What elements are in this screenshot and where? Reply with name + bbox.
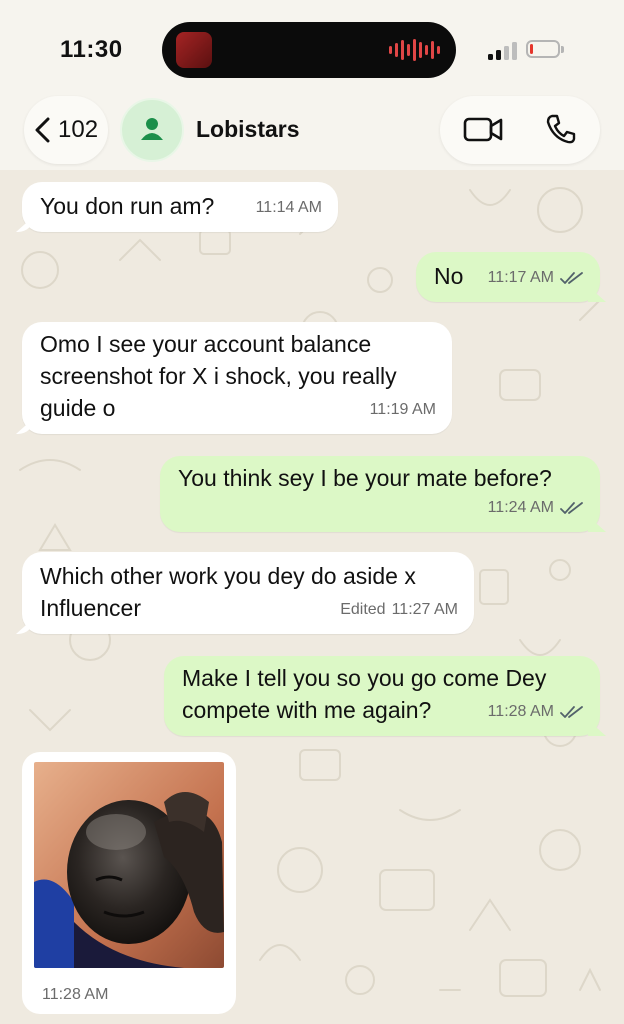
battery-level-fill bbox=[530, 44, 533, 54]
message-time: 11:24 AM bbox=[487, 499, 554, 516]
message-bubble-image[interactable]: 11:28 AM bbox=[22, 752, 236, 1014]
voice-call-button[interactable] bbox=[544, 112, 578, 151]
person-icon bbox=[141, 118, 163, 140]
unread-count: 102 bbox=[58, 116, 99, 143]
shared-photo[interactable] bbox=[34, 762, 224, 968]
message-meta: 11:24 AM bbox=[488, 492, 584, 524]
chat-header: 102 Lobistars bbox=[0, 96, 624, 170]
video-call-button[interactable] bbox=[462, 112, 504, 151]
message-meta: 11:14 AM bbox=[256, 192, 322, 224]
contact-name[interactable]: Lobistars bbox=[196, 116, 300, 143]
message-bubble-incoming[interactable]: Which other work you dey do aside x Infl… bbox=[22, 552, 474, 634]
message-bubble-outgoing[interactable]: You think sey I be your mate before? 11:… bbox=[160, 456, 600, 532]
message-time: 11:14 AM bbox=[255, 199, 322, 216]
chevron-left-icon bbox=[35, 117, 50, 143]
dynamic-island[interactable] bbox=[162, 22, 456, 78]
read-receipt-icon bbox=[560, 706, 583, 718]
video-camera-icon bbox=[463, 117, 503, 142]
read-receipt-icon bbox=[560, 272, 583, 284]
phone-icon bbox=[546, 114, 576, 144]
message-meta: 11:28 AM bbox=[488, 696, 584, 728]
status-bar: 11:30 bbox=[0, 0, 624, 96]
edited-label: Edited bbox=[340, 601, 386, 618]
audio-waveform-icon bbox=[389, 38, 440, 62]
now-playing-thumbnail bbox=[176, 32, 212, 68]
message-time: 11:28 AM bbox=[487, 703, 554, 720]
message-text: You think sey I be your mate before? bbox=[178, 465, 552, 491]
read-receipt-icon bbox=[560, 502, 583, 514]
message-time: 11:17 AM bbox=[487, 269, 554, 286]
message-bubble-incoming[interactable]: You don run am? 11:14 AM bbox=[22, 182, 338, 232]
message-bubble-incoming[interactable]: Omo I see your account balance screensho… bbox=[22, 322, 452, 434]
message-time: 11:27 AM bbox=[391, 601, 458, 618]
message-meta: 11:17 AM bbox=[488, 262, 584, 294]
back-button[interactable]: 102 bbox=[24, 96, 108, 164]
message-meta: Edited 11:27 AM bbox=[340, 594, 458, 626]
message-bubble-outgoing[interactable]: No 11:17 AM bbox=[416, 252, 600, 302]
message-meta: 11:19 AM bbox=[370, 394, 436, 426]
message-time: 11:19 AM bbox=[369, 401, 436, 418]
message-bubble-outgoing[interactable]: Make I tell you so you go come Dey compe… bbox=[164, 656, 600, 736]
cellular-signal-icon bbox=[488, 42, 517, 60]
contact-avatar[interactable] bbox=[120, 98, 184, 162]
call-actions bbox=[440, 96, 600, 164]
message-time: 11:28 AM bbox=[42, 986, 109, 1003]
battery-icon bbox=[526, 40, 564, 58]
status-time: 11:30 bbox=[60, 36, 123, 63]
photo-image bbox=[34, 762, 224, 968]
